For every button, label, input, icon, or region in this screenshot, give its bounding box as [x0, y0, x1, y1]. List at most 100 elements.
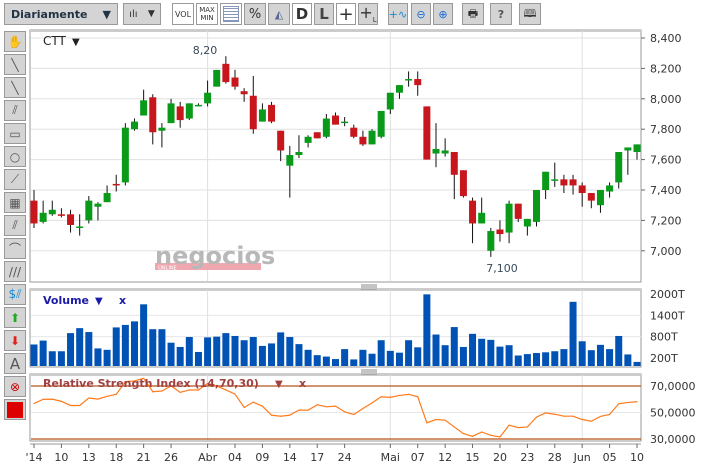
volume-bar: [103, 349, 111, 366]
rsi-close-button[interactable]: x: [299, 377, 306, 390]
candle-body: [140, 100, 148, 116]
rsi-point: [371, 402, 373, 404]
volume-bar: [222, 333, 230, 366]
rsi-point: [618, 403, 620, 405]
candle-body: [286, 155, 294, 166]
rsi-point: [325, 406, 327, 408]
rsi-point: [407, 393, 410, 395]
rsi-point: [535, 416, 538, 418]
candle-body: [533, 190, 540, 222]
candle-body: [213, 69, 221, 87]
volume-bar: [459, 346, 467, 366]
candle: [533, 190, 540, 227]
rsi-point: [590, 420, 592, 422]
volume-bar: [423, 294, 431, 366]
rsi-point: [69, 404, 72, 407]
rsi-point: [398, 394, 401, 397]
rsi-title[interactable]: Relative Strength Index (14,70,30): [43, 377, 259, 390]
rsi-point: [334, 405, 337, 407]
volume-tick-label: 1400T: [650, 309, 685, 322]
candle-body: [606, 185, 614, 192]
chevron-down-icon[interactable]: ▼: [72, 37, 80, 48]
volume-bar: [469, 333, 477, 366]
chevron-down-icon[interactable]: ▼: [275, 379, 283, 390]
candle-body: [121, 127, 129, 183]
rsi-point: [298, 409, 300, 411]
x-tick-label: 07: [411, 451, 425, 464]
x-tick-label: 09: [255, 451, 269, 464]
volume-bar: [57, 351, 65, 366]
price-tick-label: 7,600: [650, 154, 682, 167]
candle-body: [478, 212, 486, 224]
volume-bar: [533, 353, 540, 366]
candle: [368, 129, 376, 145]
rsi-point: [627, 401, 629, 404]
volume-bar: [523, 354, 531, 366]
rsi-point: [526, 426, 528, 428]
panel-resize-handle[interactable]: [361, 369, 377, 375]
volume-bar: [505, 345, 513, 366]
x-tick-label: 13: [82, 451, 96, 464]
candle-body: [57, 214, 65, 216]
volume-bar: [85, 332, 93, 366]
candle-body: [450, 152, 458, 175]
candle: [185, 103, 193, 121]
rsi-point: [161, 390, 163, 392]
candle-body: [569, 179, 577, 186]
rsi-point: [563, 415, 565, 417]
candle-body: [176, 106, 184, 121]
rsi-tick-label: 70,0000: [650, 380, 696, 393]
x-tick-label: 21: [137, 451, 151, 464]
volume-bar: [560, 349, 568, 366]
watermark: negocios ONLINE: [155, 242, 275, 272]
volume-bar: [596, 344, 604, 366]
price-tick-label: 8,000: [650, 93, 682, 106]
volume-title[interactable]: Volume: [43, 294, 89, 307]
volume-bar: [48, 351, 56, 366]
candle-body: [386, 92, 394, 110]
candle-body: [103, 193, 111, 203]
volume-bar: [487, 339, 495, 366]
volume-bar: [322, 356, 330, 366]
rsi-point: [481, 431, 483, 433]
candle: [377, 110, 385, 139]
candle-body: [441, 150, 449, 154]
x-tick-label: 17: [310, 451, 324, 464]
candle-body: [341, 121, 349, 124]
volume-bar: [258, 345, 266, 366]
x-tick-label: 20: [493, 451, 507, 464]
chevron-down-icon[interactable]: ▼: [95, 296, 103, 307]
x-tick-label: 12: [438, 451, 452, 464]
volume-close-button[interactable]: x: [119, 294, 126, 307]
volume-bar: [112, 327, 120, 366]
candle-body: [523, 218, 531, 227]
rsi-point: [435, 418, 437, 421]
volume-bar: [167, 342, 175, 366]
rsi-point: [353, 413, 355, 416]
x-tick-label: 15: [466, 451, 480, 464]
price-tick-label: 7,400: [650, 184, 682, 197]
rsi-point: [444, 419, 446, 421]
volume-bar: [240, 340, 248, 366]
candle-body: [432, 148, 440, 154]
chart-area[interactable]: negocios ONLINE 8,400 8,200 8,000 7,800 7,60…: [0, 0, 704, 470]
symbol-label[interactable]: CTT: [43, 34, 66, 48]
panel-resize-handle[interactable]: [361, 284, 377, 290]
candle-body: [587, 193, 595, 201]
volume-bar: [121, 324, 129, 366]
rsi-point: [79, 404, 81, 407]
volume-bar: [286, 337, 294, 366]
rsi-point: [572, 415, 574, 417]
candle-body: [542, 171, 550, 190]
volume-bar: [478, 338, 486, 366]
volume-bar: [569, 301, 577, 366]
candle-body: [268, 104, 276, 122]
candle: [459, 170, 467, 198]
candle-body: [395, 85, 403, 93]
rsi-tick-label: 50,0000: [650, 407, 696, 420]
volume-bar: [578, 341, 586, 366]
candle-body: [112, 183, 120, 186]
candle-body: [332, 115, 339, 125]
rsi-point: [608, 413, 611, 416]
low-annotation: 7,100: [486, 262, 518, 275]
